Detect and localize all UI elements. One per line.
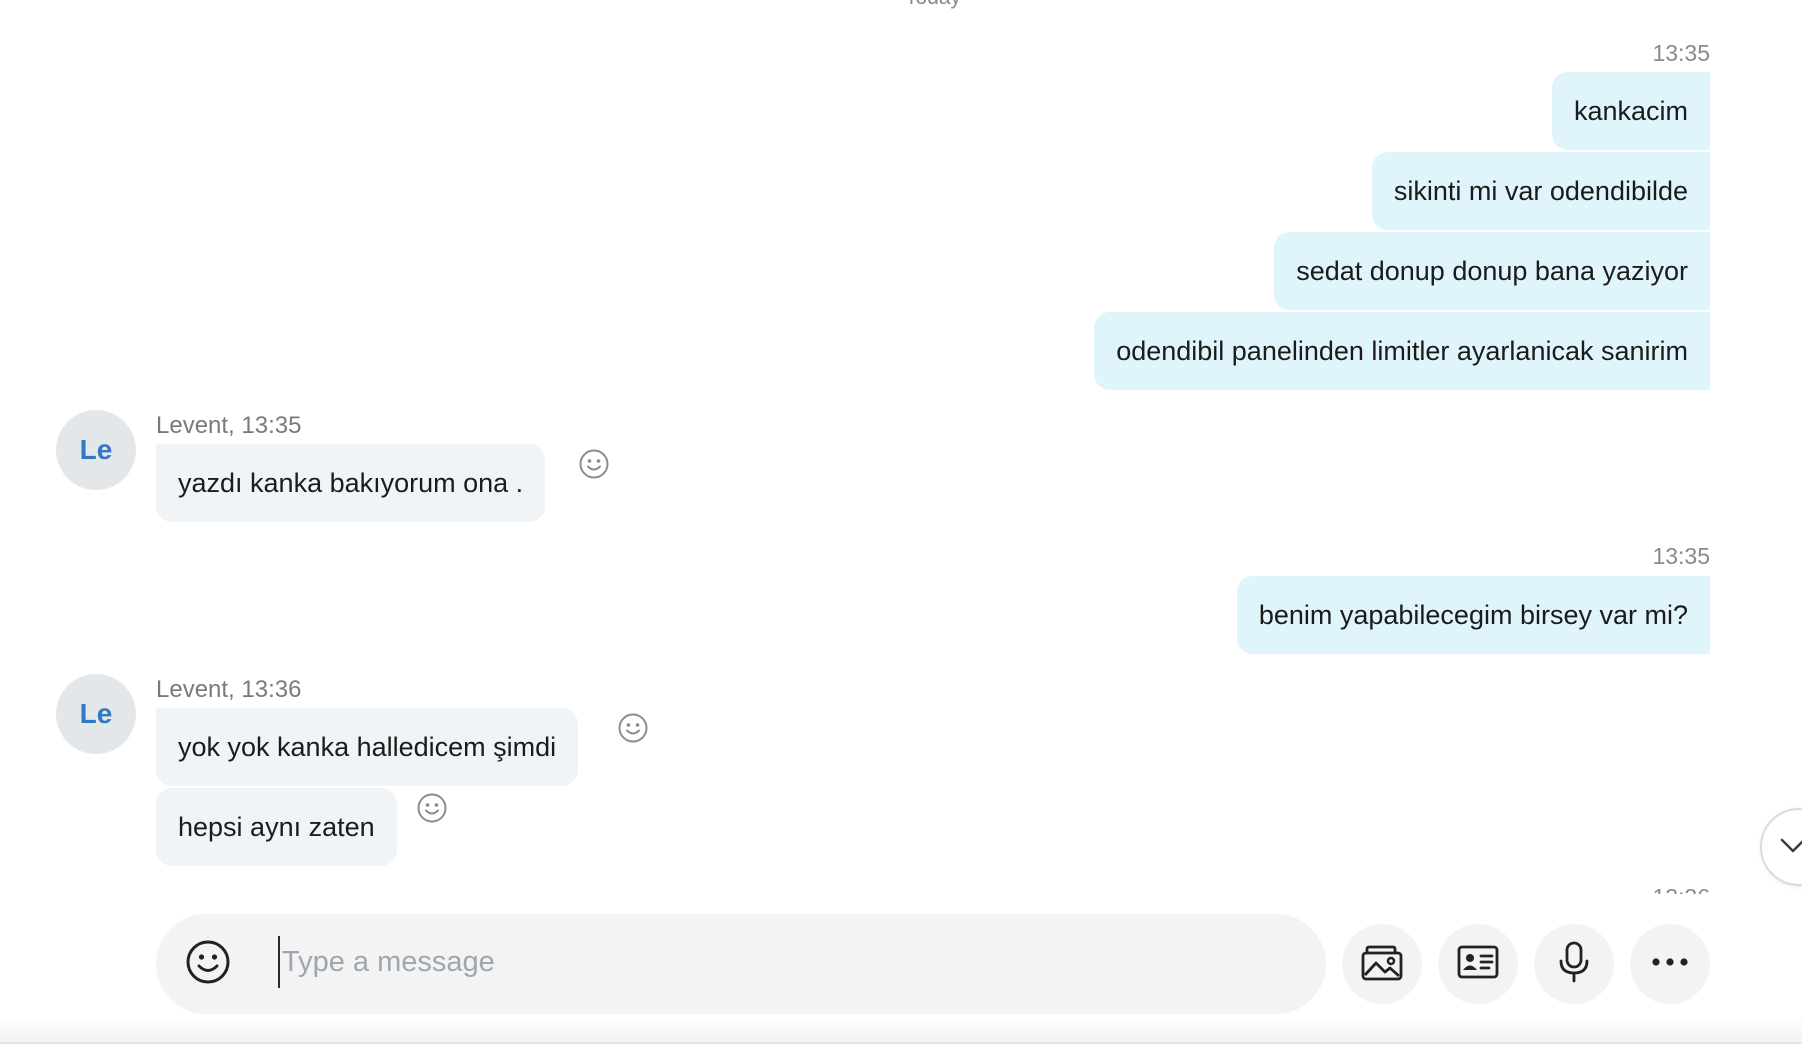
outgoing-message[interactable]: kankacim bbox=[1551, 72, 1710, 150]
incoming-message[interactable]: hepsi aynı zaten bbox=[156, 788, 397, 866]
message-timestamp: 13:35 bbox=[1652, 543, 1710, 569]
more-options-button[interactable] bbox=[1630, 924, 1710, 1004]
more-options-icon bbox=[1650, 955, 1690, 973]
record-audio-button[interactable] bbox=[1534, 924, 1614, 1004]
day-separator: Today bbox=[0, 0, 1802, 10]
gallery-icon bbox=[1360, 942, 1404, 987]
outgoing-message[interactable]: odendibil panelinden limitler ayarlanica… bbox=[1094, 312, 1710, 390]
message-timestamp-partial: 13:36 bbox=[1652, 886, 1710, 894]
scroll-to-bottom-button[interactable] bbox=[1760, 808, 1802, 886]
avatar[interactable]: Le bbox=[56, 674, 136, 754]
outgoing-message[interactable]: benim yapabilecegim birsey var mi? bbox=[1236, 576, 1710, 654]
microphone-icon bbox=[1556, 940, 1592, 989]
contact-card-icon bbox=[1456, 944, 1500, 985]
message-input[interactable] bbox=[278, 936, 1298, 988]
sender-name-time: Levent, 13:35 bbox=[156, 412, 302, 439]
outgoing-message[interactable]: sedat donup donup bana yaziyor bbox=[1274, 232, 1710, 310]
chevron-down-icon bbox=[1778, 830, 1802, 865]
sender-name-time: Levent, 13:36 bbox=[156, 676, 302, 703]
chat-window: Today 13:35 kankacim sikinti mi var oden… bbox=[0, 0, 1802, 1044]
add-reaction-icon[interactable] bbox=[578, 448, 610, 480]
smiley-icon bbox=[185, 939, 231, 990]
send-contact-button[interactable] bbox=[1438, 924, 1518, 1004]
incoming-message[interactable]: yazdı kanka bakıyorum ona . bbox=[156, 444, 546, 522]
outgoing-message[interactable]: sikinti mi var odendibilde bbox=[1371, 152, 1710, 230]
add-reaction-icon[interactable] bbox=[617, 712, 649, 744]
add-reaction-icon[interactable] bbox=[416, 792, 448, 824]
emoji-button[interactable] bbox=[184, 940, 232, 988]
avatar[interactable]: Le bbox=[56, 410, 136, 490]
incoming-message[interactable]: yok yok kanka halledicem şimdi bbox=[156, 708, 579, 786]
message-timestamp: 13:35 bbox=[1652, 40, 1710, 66]
send-media-button[interactable] bbox=[1342, 924, 1422, 1004]
